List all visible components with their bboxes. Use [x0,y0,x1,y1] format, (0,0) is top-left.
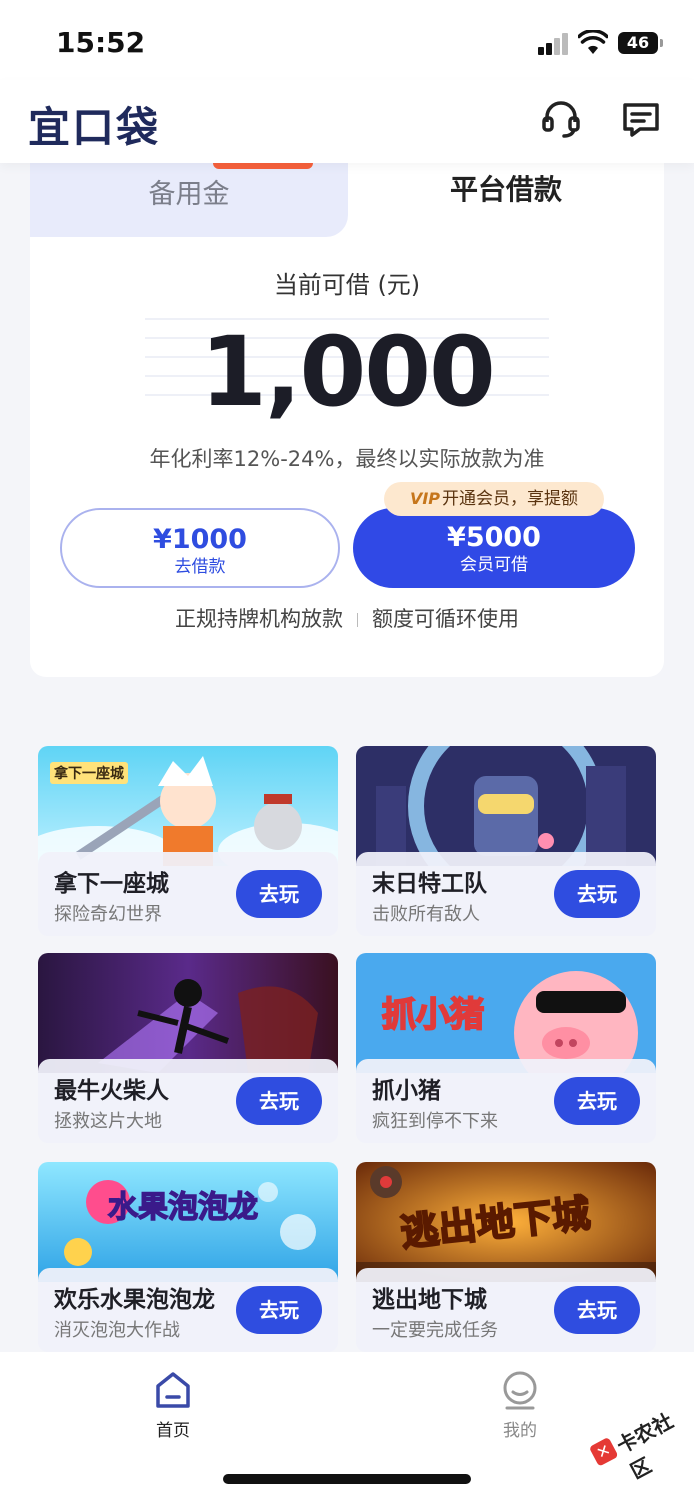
game-card[interactable]: 逃出地下城 逃出地下城 一定要完成任务 去玩 [356,1162,656,1352]
customer-service-icon[interactable] [540,98,582,140]
game-card[interactable]: 末日特工队 击败所有敌人 去玩 [356,746,656,936]
game-title: 最牛火柴人 [54,1078,169,1104]
interest-rate-text: 年化利率12%-24%，最终以实际放款为准 [149,447,545,471]
game-art-agents [356,746,656,866]
game-subtitle: 一定要完成任务 [372,1320,498,1341]
tab-backup-fund-label[interactable]: 备用金 [30,172,348,211]
tab-platform-loan[interactable]: 平台借款 [348,168,664,208]
game-title: 拿下一座城 [54,871,169,897]
game-card[interactable]: 水果泡泡龙 欢乐水果泡泡龙 消灭泡泡大作战 去玩 [38,1162,338,1352]
game-subtitle: 击败所有敌人 [372,904,480,925]
available-limit-label: 当前可借 (元) [273,271,421,299]
status-time: 15:52 [56,26,146,59]
borrow-amount: ¥1000 [153,524,247,555]
note-revolving: 额度可循环使用 [372,607,519,631]
game-card[interactable]: 最牛火柴人 拯救这片大地 去玩 [38,953,338,1143]
member-borrow-button[interactable]: ¥5000 会员可借 [353,508,635,588]
game-subtitle: 消灭泡泡大作战 [54,1320,180,1341]
home-icon [156,1372,190,1408]
play-button[interactable]: 去玩 [554,1077,640,1125]
game-art-label: 抓小猪 [381,994,485,1036]
loan-notes: 正规持牌机构放款 额度可循环使用 [30,603,664,633]
game-card[interactable]: 拿下一座城 拿下一座城 探险奇幻世界 去玩 [38,746,338,936]
game-art-stickman [38,953,338,1073]
tab-home-label: 首页 [156,1421,190,1441]
status-bar: 15:52 46 [0,0,694,80]
game-subtitle: 疯狂到停不下来 [372,1111,498,1132]
game-card[interactable]: 抓小猪 抓小猪 疯狂到停不下来 去玩 [356,953,656,1143]
note-licensed: 正规持牌机构放款 [175,607,343,631]
wifi-icon [578,30,608,54]
available-amount: 1,000 [200,316,496,428]
vip-tag-text: 开通会员，享提额 [442,489,579,509]
play-button[interactable]: 去玩 [554,1286,640,1334]
member-label: 会员可借 [460,555,528,575]
game-art-label: 水果泡泡龙 [107,1189,259,1226]
game-title: 欢乐水果泡泡龙 [54,1287,215,1313]
game-title: 抓小猪 [372,1078,441,1104]
profile-icon [503,1371,537,1410]
play-button[interactable]: 去玩 [554,870,640,918]
play-button[interactable]: 去玩 [236,870,322,918]
message-icon[interactable] [620,98,662,140]
app-logo: 宜口袋 [28,103,161,152]
tab-badge [213,163,313,169]
game-subtitle: 探险奇幻世界 [54,904,162,925]
app-header: 宜口袋 [0,80,694,163]
game-title: 逃出地下城 [372,1287,487,1313]
vip-upgrade-tag[interactable]: VIP 开通会员，享提额 [384,482,604,516]
tab-mine-label: 我的 [503,1421,537,1441]
game-art-label: 拿下一座城 [50,762,128,784]
home-indicator [223,1474,471,1484]
tab-home[interactable]: 首页 [123,1370,223,1441]
battery-tip [660,39,663,47]
tab-mine[interactable]: 我的 [470,1370,570,1441]
game-title: 末日特工队 [372,871,487,897]
member-amount: ¥5000 [447,522,541,553]
note-divider [357,613,358,627]
play-button[interactable]: 去玩 [236,1286,322,1334]
game-subtitle: 拯救这片大地 [54,1111,162,1132]
vip-badge: VIP [409,489,441,508]
play-button[interactable]: 去玩 [236,1077,322,1125]
battery-icon: 46 [618,32,658,54]
cellular-signal-icon [538,33,570,55]
borrow-label: 去借款 [174,557,226,577]
borrow-button[interactable]: ¥1000 去借款 [60,508,340,588]
